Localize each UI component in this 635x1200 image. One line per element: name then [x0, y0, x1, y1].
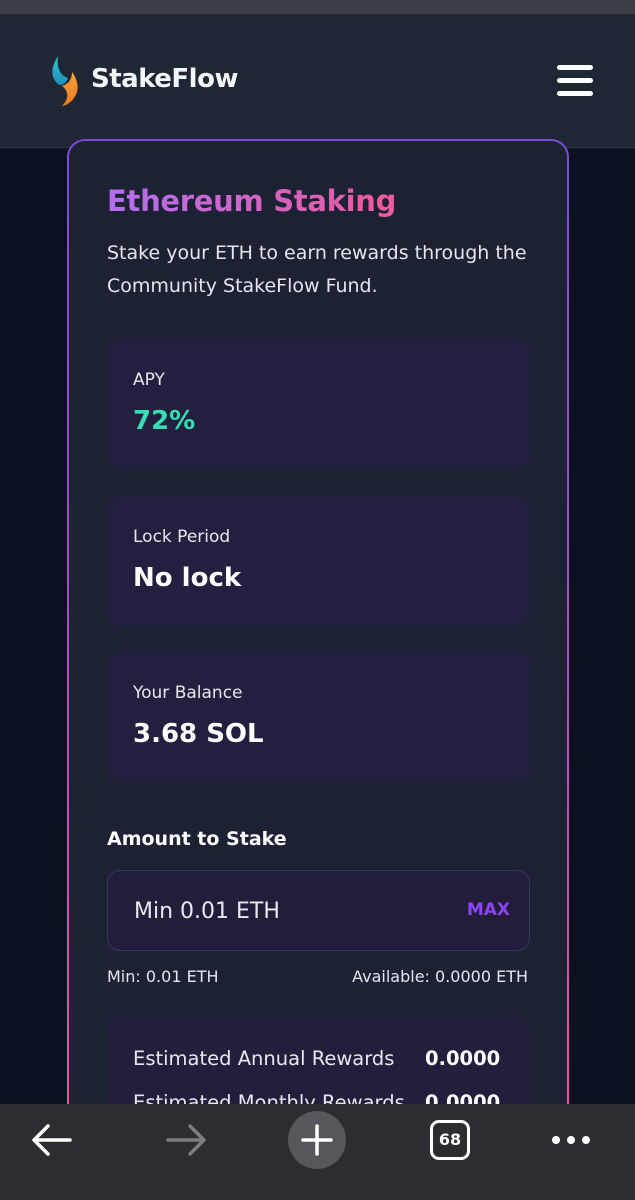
forward-arrow-icon[interactable]	[166, 1122, 208, 1158]
page-title: Ethereum Staking	[107, 184, 397, 218]
lock-period-stat: Lock Period No lock	[107, 496, 530, 626]
stake-amount-field: MAX	[107, 870, 530, 951]
min-amount-text: Min: 0.01 ETH	[107, 967, 219, 986]
available-balance-text: Available: 0.0000 ETH	[352, 967, 528, 986]
balance-value: 3.68 SOL	[133, 719, 264, 749]
tab-count: 68	[438, 1130, 462, 1149]
stake-amount-input[interactable]	[134, 896, 434, 926]
balance-label: Your Balance	[133, 683, 243, 703]
balance-stat: Your Balance 3.68 SOL	[107, 652, 530, 782]
page-background-right	[569, 149, 635, 1104]
app-header: StakeFlow	[0, 14, 635, 148]
plus-icon	[301, 1124, 333, 1156]
hamburger-menu-icon[interactable]	[557, 63, 595, 97]
status-strip	[0, 0, 635, 14]
staking-description: Stake your ETH to earn rewards through t…	[107, 242, 527, 297]
more-dots-icon[interactable]	[550, 1129, 592, 1151]
back-arrow-icon[interactable]	[30, 1122, 72, 1158]
annual-rewards-row: Estimated Annual Rewards 0.0000	[133, 1047, 513, 1070]
lock-period-label: Lock Period	[133, 527, 231, 547]
staking-card: Ethereum Staking Stake your ETH to earn …	[67, 139, 569, 1135]
annual-rewards-value: 0.0000	[425, 1047, 501, 1070]
apy-stat: APY 72%	[107, 339, 530, 469]
max-button[interactable]: MAX	[467, 900, 510, 920]
page-background-left	[0, 149, 67, 1104]
apy-label: APY	[133, 370, 165, 390]
stakeflow-logo-icon	[52, 56, 78, 106]
browser-bottom-bar: 68	[0, 1104, 635, 1200]
annual-rewards-label: Estimated Annual Rewards	[133, 1047, 395, 1070]
brand-name: StakeFlow	[91, 64, 238, 94]
lock-period-value: No lock	[133, 563, 242, 593]
tabs-icon[interactable]: 68	[430, 1120, 470, 1160]
new-tab-button[interactable]	[288, 1111, 346, 1169]
amount-to-stake-label: Amount to Stake	[107, 828, 287, 850]
apy-value: 72%	[133, 406, 196, 436]
